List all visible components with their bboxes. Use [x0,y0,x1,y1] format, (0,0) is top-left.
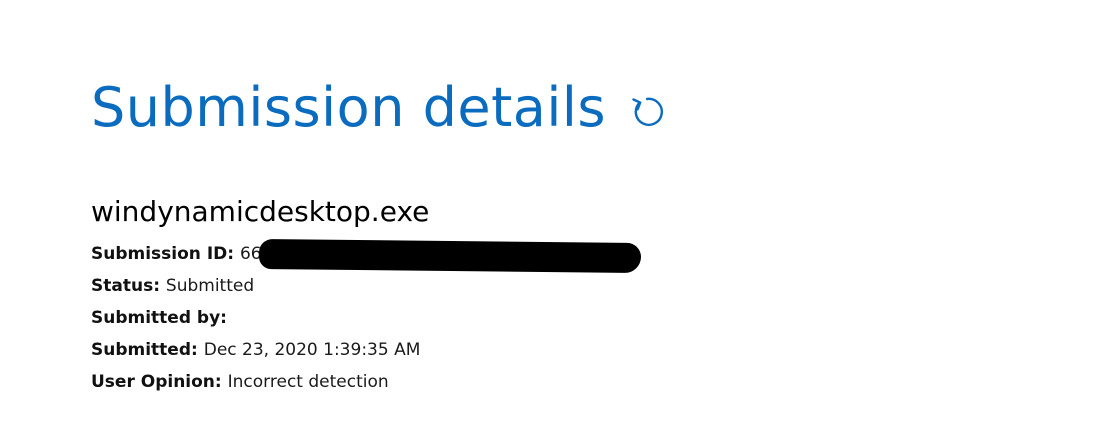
submitted-value: Dec 23, 2020 1:39:35 AM [203,340,421,360]
submitted-by-row: Submitted by: [91,304,420,336]
redaction-mark [258,239,642,273]
status-value: Submitted [165,276,255,296]
title-row: Submission details [91,68,666,148]
file-name: windynamicdesktop.exe [91,195,430,228]
user-opinion-label: User Opinion: [91,372,228,392]
user-opinion-row: User Opinion: Incorrect detection [91,368,420,400]
refresh-icon[interactable] [628,93,666,131]
submission-id-row: Submission ID: 66 [91,239,642,273]
submission-details-page: Submission details windynamicdesktop.exe… [91,0,1071,421]
page-title: Submission details [91,76,606,139]
submitted-row: Submitted: Dec 23, 2020 1:39:35 AM [91,336,420,368]
user-opinion-value: Incorrect detection [227,372,389,392]
submission-id-label: Submission ID: [91,244,240,264]
submitted-label: Submitted: [91,340,204,360]
submitted-by-label: Submitted by: [91,308,227,328]
status-row: Status: Submitted [91,272,420,304]
submission-details-list: Submission ID: 66 Status: Submitted Subm… [91,239,642,400]
status-label: Status: [91,276,166,296]
